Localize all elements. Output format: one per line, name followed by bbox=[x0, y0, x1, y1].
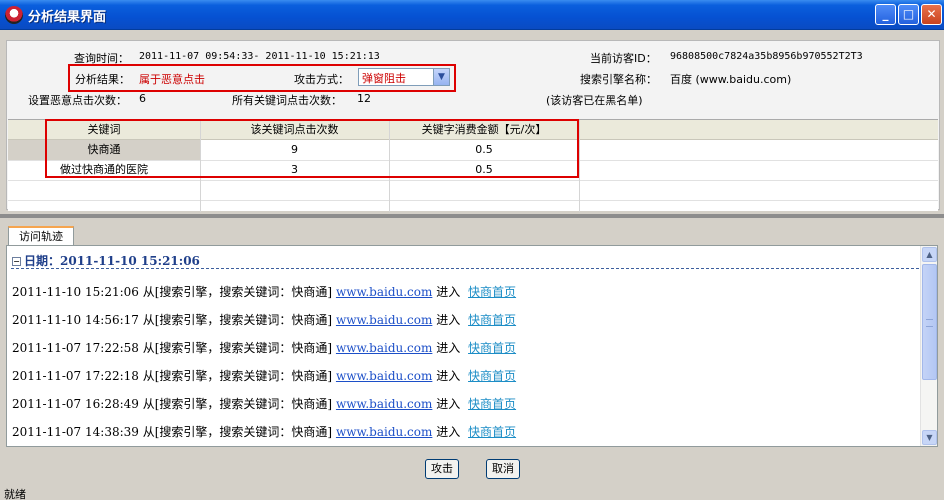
list-item: 2011-11-10 14:56:17 从[搜索引擎，搜索关键词：快商通] ww… bbox=[12, 311, 516, 328]
visitor-id-value: 96808500c7824a35b8956b970552T2T3 bbox=[670, 51, 863, 62]
blacklist-note: (该访客已在黑名单) bbox=[546, 94, 643, 107]
visit-source: 从[搜索引擎，搜索关键词：快商通] bbox=[142, 313, 333, 327]
result-label: 分析结果： bbox=[75, 73, 130, 86]
vertical-scrollbar[interactable]: ▲ ▼ bbox=[920, 246, 937, 446]
row-divider bbox=[8, 200, 938, 201]
visit-trail-panel: − 日期：2011-11-10 15:21:06 2011-11-10 15:21… bbox=[6, 245, 938, 447]
enter-text: 进入 bbox=[436, 369, 461, 383]
close-button[interactable]: ✕ bbox=[921, 4, 942, 25]
enter-text: 进入 bbox=[436, 425, 461, 439]
visit-time: 2011-11-10 14:56:17 bbox=[12, 313, 139, 327]
engine-label: 搜索引擎名称： bbox=[580, 73, 657, 86]
row-divider bbox=[8, 180, 938, 181]
list-item: 2011-11-07 17:22:58 从[搜索引擎，搜索关键词：快商通] ww… bbox=[12, 339, 516, 356]
visit-time: 2011-11-07 14:38:39 bbox=[12, 425, 139, 439]
title-bar: 分析结果界面 _ □ ✕ bbox=[0, 0, 944, 30]
date-label: 日期：2011-11-10 15:21:06 bbox=[24, 254, 200, 268]
landing-page-link[interactable]: 快商首页 bbox=[468, 341, 516, 355]
visit-time: 2011-11-07 17:22:58 bbox=[12, 341, 139, 355]
column-divider bbox=[579, 120, 580, 212]
attack-mode-value: 弹窗阻击 bbox=[362, 72, 406, 85]
scroll-thumb[interactable] bbox=[922, 264, 937, 380]
landing-page-link[interactable]: 快商首页 bbox=[468, 369, 516, 383]
query-time-value: 2011-11-07 09:54:33- 2011-11-10 15:21:13 bbox=[139, 51, 380, 62]
referrer-link[interactable]: www.baidu.com bbox=[336, 313, 432, 327]
scroll-up-icon[interactable]: ▲ bbox=[922, 247, 937, 262]
visit-source: 从[搜索引擎，搜索关键词：快商通] bbox=[142, 341, 333, 355]
referrer-link[interactable]: www.baidu.com bbox=[336, 369, 432, 383]
dashed-divider bbox=[11, 268, 919, 269]
list-item: 2011-11-07 16:28:49 从[搜索引擎，搜索关键词：快商通] ww… bbox=[12, 395, 516, 412]
maximize-button[interactable]: □ bbox=[898, 4, 919, 25]
visit-source: 从[搜索引擎，搜索关键词：快商通] bbox=[142, 397, 333, 411]
result-value: 属于恶意点击 bbox=[139, 73, 205, 86]
list-item: 2011-11-07 14:38:39 从[搜索引擎，搜索关键词：快商通] ww… bbox=[12, 423, 516, 440]
visit-source: 从[搜索引擎，搜索关键词：快商通] bbox=[142, 369, 333, 383]
status-bar-text: 就绪 bbox=[4, 488, 26, 500]
landing-page-link[interactable]: 快商首页 bbox=[468, 313, 516, 327]
all-clicks-value: 12 bbox=[357, 92, 371, 105]
landing-page-link[interactable]: 快商首页 bbox=[468, 397, 516, 411]
table-highlight-box bbox=[45, 119, 579, 178]
pane-splitter[interactable] bbox=[0, 214, 944, 218]
attack-button[interactable]: 攻击 bbox=[425, 459, 459, 479]
set-clicks-label: 设置恶意点击次数： bbox=[28, 94, 127, 107]
referrer-link[interactable]: www.baidu.com bbox=[336, 425, 432, 439]
tab-visit-trail[interactable]: 访问轨迹 bbox=[8, 226, 74, 246]
referrer-link[interactable]: www.baidu.com bbox=[336, 341, 432, 355]
list-item: 2011-11-07 17:22:18 从[搜索引擎，搜索关键词：快商通] ww… bbox=[12, 367, 516, 384]
visit-time: 2011-11-07 16:28:49 bbox=[12, 397, 139, 411]
engine-value: 百度 (www.baidu.com) bbox=[670, 73, 792, 86]
scroll-down-icon[interactable]: ▼ bbox=[922, 430, 937, 445]
visit-source: 从[搜索引擎，搜索关键词：快商通] bbox=[142, 285, 333, 299]
visitor-id-label: 当前访客ID： bbox=[590, 52, 657, 65]
enter-text: 进入 bbox=[436, 341, 461, 355]
attack-mode-label: 攻击方式： bbox=[294, 73, 349, 86]
app-icon bbox=[5, 6, 23, 24]
enter-text: 进入 bbox=[436, 285, 461, 299]
visit-time: 2011-11-07 17:22:18 bbox=[12, 369, 139, 383]
chevron-down-icon[interactable]: ▼ bbox=[433, 69, 449, 85]
attack-mode-select[interactable]: 弹窗阻击 ▼ bbox=[358, 68, 450, 86]
minimize-button[interactable]: _ bbox=[875, 4, 896, 25]
set-clicks-value: 6 bbox=[139, 92, 146, 105]
list-item: 2011-11-10 15:21:06 从[搜索引擎，搜索关键词：快商通] ww… bbox=[12, 283, 516, 300]
referrer-link[interactable]: www.baidu.com bbox=[336, 397, 432, 411]
enter-text: 进入 bbox=[436, 397, 461, 411]
landing-page-link[interactable]: 快商首页 bbox=[468, 425, 516, 439]
landing-page-link[interactable]: 快商首页 bbox=[468, 285, 516, 299]
all-clicks-label: 所有关键词点击次数： bbox=[232, 94, 342, 107]
collapse-icon[interactable]: − bbox=[12, 257, 21, 266]
date-heading[interactable]: − 日期：2011-11-10 15:21:06 bbox=[12, 252, 200, 269]
window-title: 分析结果界面 bbox=[28, 10, 107, 25]
referrer-link[interactable]: www.baidu.com bbox=[336, 285, 432, 299]
visit-source: 从[搜索引擎，搜索关键词：快商通] bbox=[142, 425, 333, 439]
enter-text: 进入 bbox=[436, 313, 461, 327]
cancel-button[interactable]: 取消 bbox=[486, 459, 520, 479]
visit-time: 2011-11-10 15:21:06 bbox=[12, 285, 139, 299]
